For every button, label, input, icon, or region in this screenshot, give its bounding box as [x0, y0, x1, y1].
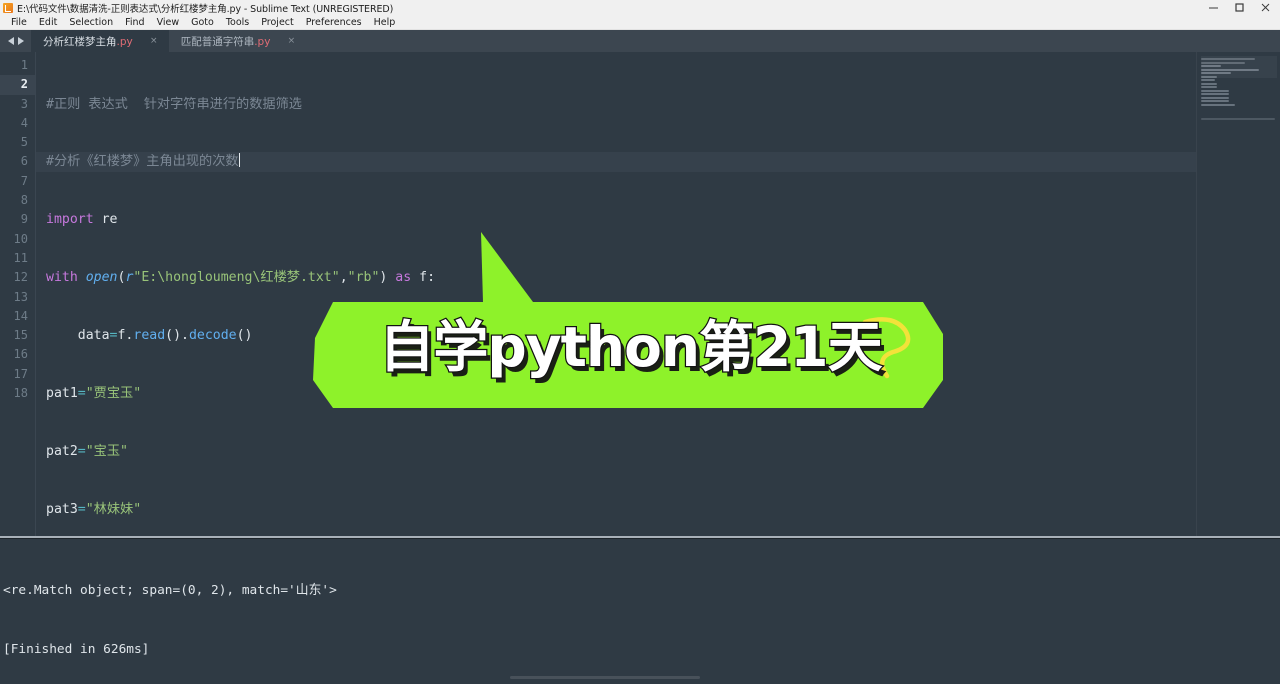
- sublime-text-window: E:\代码文件\数据清洗-正则表达式\分析红楼梦主角.py - Sublime …: [0, 0, 1280, 684]
- code-line: pat2="宝玉": [46, 443, 128, 459]
- tab-prev-icon[interactable]: [8, 37, 14, 45]
- line-number: 8: [20, 193, 28, 208]
- line-number: 11: [13, 250, 28, 265]
- line-number: 7: [20, 173, 28, 188]
- menu-item-file[interactable]: File: [5, 15, 33, 30]
- line-number: 3: [20, 96, 28, 111]
- line-number: 15: [13, 328, 28, 343]
- line-number: 13: [13, 289, 28, 304]
- tab-label: 分析红楼梦主角.py: [43, 35, 133, 48]
- menu-item-edit[interactable]: Edit: [33, 15, 63, 30]
- line-number-gutter: 1 2 3 4 5 6 7 8 9 10 11 12 13 14 15 16 1…: [0, 52, 36, 536]
- menu-bar: File Edit Selection Find View Goto Tools…: [0, 15, 1280, 30]
- minimap-viewport[interactable]: [1201, 56, 1277, 78]
- window-title: E:\代码文件\数据清洗-正则表达式\分析红楼梦主角.py - Sublime …: [17, 3, 394, 15]
- menu-item-help[interactable]: Help: [368, 15, 402, 30]
- maximize-icon[interactable]: [1226, 0, 1252, 15]
- line-number: 16: [13, 347, 28, 362]
- line-number: 14: [13, 308, 28, 323]
- close-icon[interactable]: [1252, 0, 1278, 15]
- tab-label: 匹配普通字符串.py: [180, 35, 271, 48]
- text-caret: [238, 153, 240, 168]
- title-bar: E:\代码文件\数据清洗-正则表达式\分析红楼梦主角.py - Sublime …: [0, 0, 1280, 15]
- code-line: with open(r"E:\hongloumeng\红楼梦.txt","rb"…: [46, 270, 436, 286]
- menu-item-find[interactable]: Find: [119, 15, 150, 30]
- code-line: #正则 表达式 针对字符串进行的数据筛选: [46, 96, 302, 112]
- console-line: [Finished in 626ms]: [3, 641, 150, 657]
- sublime-logo-icon: [3, 2, 13, 13]
- minimap[interactable]: [1196, 52, 1280, 536]
- line-number: 18: [13, 386, 28, 401]
- line-number: 2: [0, 75, 35, 95]
- line-number: 1: [20, 58, 28, 72]
- window-controls: [1200, 0, 1278, 15]
- tab-scroll-arrows: [0, 30, 31, 52]
- code-line: data=f.read().decode(): [46, 328, 253, 344]
- tab-next-icon[interactable]: [18, 37, 24, 45]
- editor-area[interactable]: 1 2 3 4 5 6 7 8 9 10 11 12 13 14 15 16 1…: [0, 52, 1280, 536]
- line-number: 6: [20, 154, 28, 169]
- tab-close-icon[interactable]: ×: [149, 36, 159, 46]
- line-number: 17: [13, 366, 28, 381]
- tab-analyze-hongloumeng[interactable]: 分析红楼梦主角.py ×: [31, 30, 169, 52]
- line-number: 5: [20, 135, 28, 150]
- menu-item-preferences[interactable]: Preferences: [300, 15, 368, 30]
- code-content[interactable]: #正则 表达式 针对字符串进行的数据筛选 #分析《红楼梦》主角出现的次数 imp…: [36, 52, 1280, 536]
- menu-item-tools[interactable]: Tools: [220, 15, 255, 30]
- status-bar: [0, 674, 1280, 684]
- minimize-icon[interactable]: [1200, 0, 1226, 15]
- line-number: 9: [20, 212, 28, 227]
- build-output-console[interactable]: <re.Match object; span=(0, 2), match='山东…: [0, 538, 1280, 674]
- line-number: 10: [13, 231, 28, 246]
- menu-item-project[interactable]: Project: [255, 15, 300, 30]
- line-number: 4: [20, 115, 28, 130]
- tab-close-icon[interactable]: ×: [286, 36, 296, 46]
- code-line: pat3="林妹妹": [46, 501, 142, 517]
- console-line: <re.Match object; span=(0, 2), match='山东…: [3, 583, 337, 598]
- line-number: 12: [13, 270, 28, 285]
- code-line: #分析《红楼梦》主角出现的次数: [36, 152, 1280, 172]
- menu-item-selection[interactable]: Selection: [63, 15, 119, 30]
- code-line: import re: [46, 212, 118, 228]
- menu-item-view[interactable]: View: [151, 15, 186, 30]
- tab-bar: 分析红楼梦主角.py × 匹配普通字符串.py ×: [0, 30, 1280, 52]
- tab-match-plain-string[interactable]: 匹配普通字符串.py ×: [169, 30, 307, 52]
- code-line: pat1="贾宝玉": [46, 386, 142, 402]
- menu-item-goto[interactable]: Goto: [185, 15, 220, 30]
